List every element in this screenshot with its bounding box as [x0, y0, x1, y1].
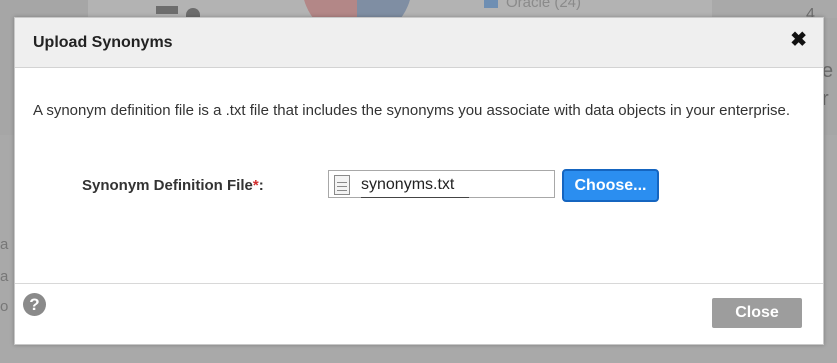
choose-file-button[interactable]: Choose... — [562, 169, 659, 202]
file-name-text: synonyms.txt — [361, 176, 469, 198]
file-icon — [334, 175, 350, 195]
background-text-fragment: o — [0, 298, 9, 315]
label-colon: : — [258, 177, 264, 194]
background-legend-text: Oracle (24) — [506, 0, 582, 11]
background-legend-swatch — [484, 0, 498, 8]
background-text-fragment: a — [0, 268, 9, 285]
help-icon[interactable]: ? — [23, 293, 46, 316]
background-panel-right — [712, 0, 837, 18]
background-bar-icon — [156, 6, 178, 14]
synonym-file-label: Synonym Definition File*: — [82, 177, 264, 194]
background-text-fragment: a — [0, 236, 9, 253]
upload-synonyms-dialog: Upload Synonyms ✖ A synonym definition f… — [14, 17, 824, 345]
synonym-file-label-text: Synonym Definition File — [82, 177, 253, 194]
close-icon[interactable]: ✖ — [790, 30, 807, 50]
dialog-header: Upload Synonyms ✖ — [15, 18, 823, 68]
close-button[interactable]: Close — [712, 298, 802, 328]
dialog-title: Upload Synonyms — [33, 34, 173, 51]
footer-divider — [15, 283, 823, 284]
dialog-description: A synonym definition file is a .txt file… — [33, 102, 791, 119]
file-path-field[interactable]: synonyms.txt — [328, 170, 555, 198]
